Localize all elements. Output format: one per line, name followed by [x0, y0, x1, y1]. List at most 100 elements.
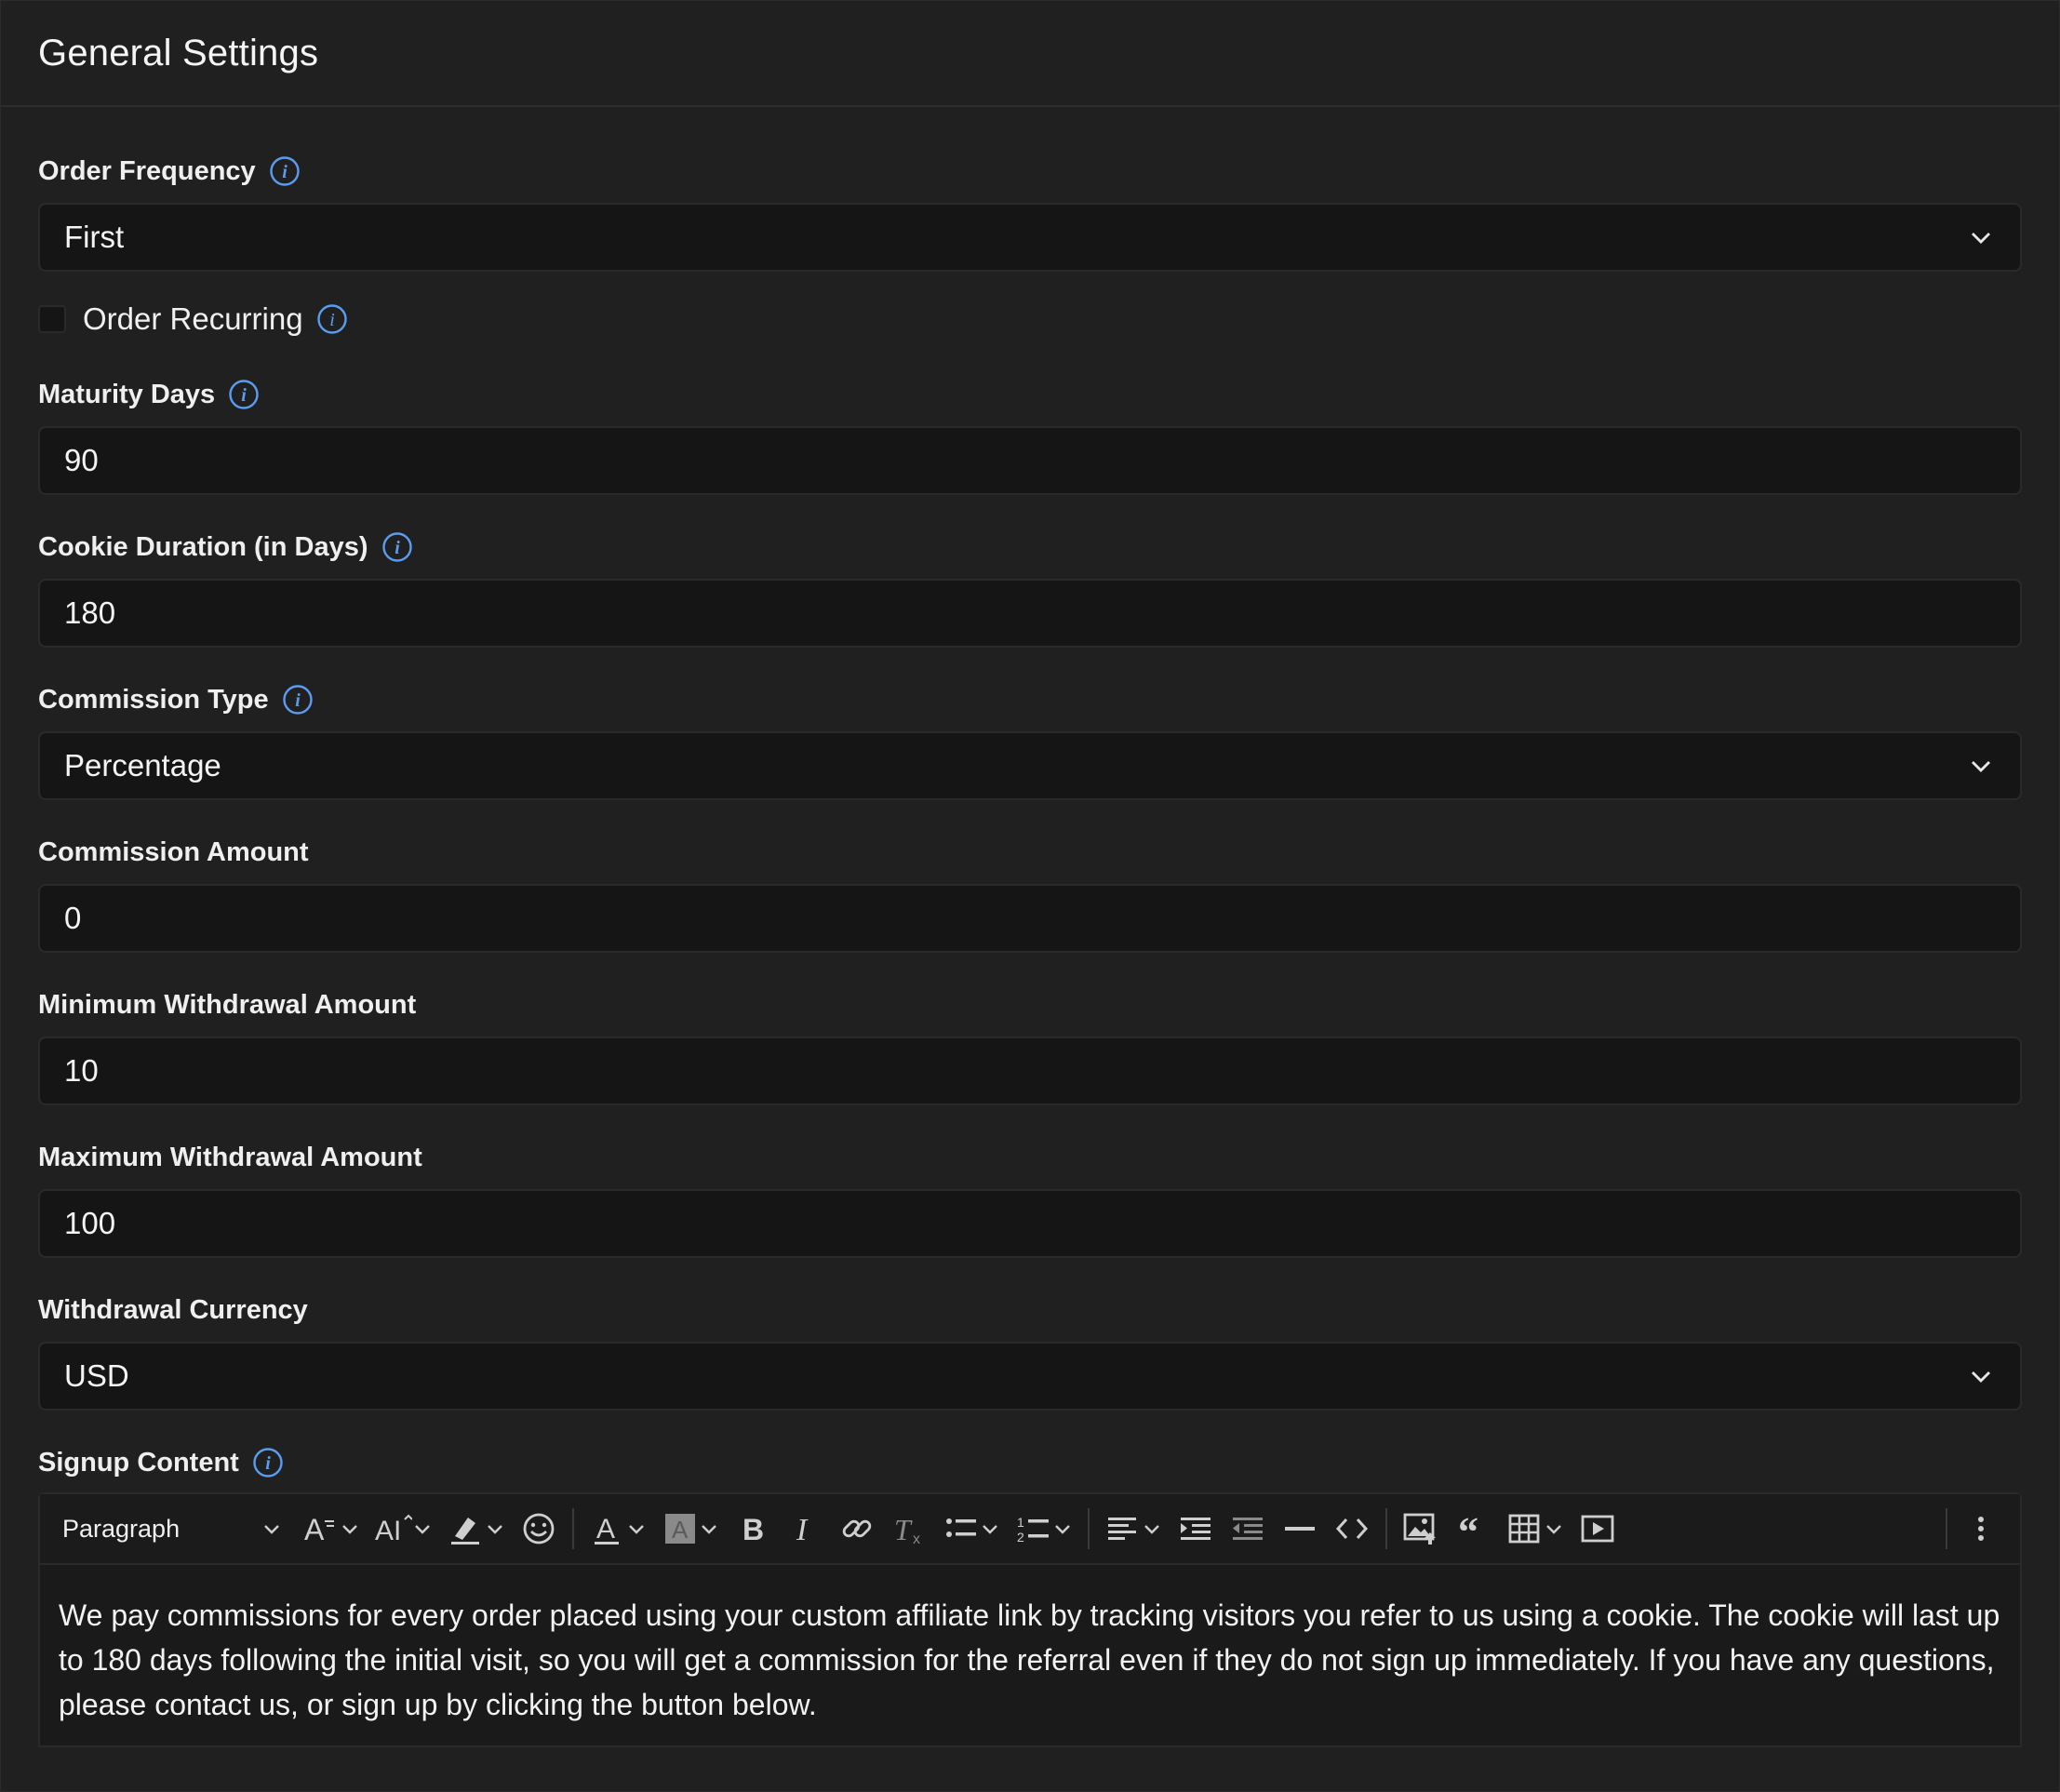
- commission-type-label-text: Commission Type: [38, 684, 269, 715]
- svg-text:i: i: [282, 162, 288, 182]
- panel-header: General Settings: [1, 1, 2059, 107]
- info-icon[interactable]: i: [269, 155, 301, 187]
- signup-content-text: We pay commissions for every order place…: [59, 1598, 2000, 1721]
- maturity-days-input[interactable]: 90: [38, 426, 2022, 495]
- font-size-button[interactable]: AI: [368, 1505, 440, 1552]
- horizontal-line-button[interactable]: [1274, 1505, 1326, 1552]
- svg-text:i: i: [265, 1453, 271, 1474]
- svg-text:A: A: [672, 1516, 689, 1544]
- bulleted-list-icon: [946, 1518, 976, 1537]
- signup-content-label: Signup Content i: [38, 1444, 2022, 1481]
- chevron-down-icon: [1142, 1511, 1162, 1547]
- toolbar-separator: [1088, 1508, 1090, 1549]
- align-icon: [1108, 1518, 1136, 1540]
- order-recurring-checkbox[interactable]: [38, 305, 66, 333]
- table-button[interactable]: [1499, 1505, 1572, 1552]
- order-frequency-select[interactable]: First: [38, 203, 2022, 272]
- link-button[interactable]: [831, 1505, 883, 1552]
- min-withdrawal-input[interactable]: 10: [38, 1036, 2022, 1105]
- media-embed-icon: [1581, 1515, 1614, 1543]
- max-withdrawal-value: 100: [64, 1206, 116, 1240]
- highlight-button[interactable]: [440, 1505, 513, 1552]
- svg-text:“: “: [1458, 1510, 1478, 1547]
- bulleted-list-button[interactable]: [935, 1505, 1008, 1552]
- withdrawal-currency-label: Withdrawal Currency: [38, 1294, 308, 1325]
- order-recurring-label: Order Recurring: [83, 301, 303, 336]
- outdent-button[interactable]: [1222, 1505, 1274, 1552]
- chevron-down-icon: [412, 1511, 433, 1547]
- media-embed-button[interactable]: [1572, 1505, 1624, 1552]
- background-color-button[interactable]: A: [654, 1505, 727, 1552]
- commission-amount-group: Commission Amount 0: [38, 834, 2022, 953]
- paragraph-format-dropdown[interactable]: Paragraph: [53, 1515, 295, 1544]
- outdent-icon: [1233, 1518, 1263, 1540]
- svg-text:i: i: [241, 385, 247, 406]
- svg-text:A: A: [304, 1513, 325, 1546]
- font-color-button[interactable]: A: [582, 1505, 654, 1552]
- table-icon: [1508, 1514, 1540, 1544]
- emoji-icon: [523, 1513, 555, 1545]
- numbered-list-button[interactable]: 12: [1008, 1505, 1080, 1552]
- source-code-icon: [1335, 1518, 1369, 1540]
- bold-icon: B: [742, 1513, 764, 1546]
- chevron-down-icon: [261, 1518, 282, 1539]
- commission-amount-input[interactable]: 0: [38, 884, 2022, 953]
- chevron-down-icon: [626, 1511, 647, 1547]
- maturity-days-group: Maturity Days i 90: [38, 376, 2022, 495]
- settings-form: Order Frequency i First Order Recurring …: [1, 153, 2059, 1747]
- chevron-down-icon: [1966, 222, 1996, 252]
- italic-button[interactable]: I: [779, 1505, 831, 1552]
- max-withdrawal-input[interactable]: 100: [38, 1189, 2022, 1258]
- cookie-duration-label: Cookie Duration (in Days) i: [38, 528, 2022, 566]
- info-icon[interactable]: i: [381, 531, 413, 563]
- emoji-button[interactable]: [513, 1505, 565, 1552]
- signup-content-label-text: Signup Content: [38, 1447, 239, 1478]
- editor-content-area[interactable]: We pay commissions for every order place…: [40, 1565, 2020, 1745]
- svg-text:x: x: [913, 1531, 920, 1547]
- clear-format-button[interactable]: Tx: [883, 1505, 935, 1552]
- svg-text:2: 2: [1017, 1530, 1024, 1545]
- font-family-button[interactable]: A: [295, 1505, 368, 1552]
- insert-image-button[interactable]: [1395, 1505, 1447, 1552]
- rich-text-editor: Paragraph A AI A A B I T x 1 2 “ We pay …: [38, 1492, 2022, 1747]
- chevron-down-icon: [980, 1511, 1000, 1547]
- highlight-icon: [451, 1518, 479, 1545]
- chevron-down-icon: [1966, 751, 1996, 781]
- general-settings-panel: General Settings Order Frequency i First…: [0, 0, 2060, 1792]
- svg-text:A: A: [596, 1514, 615, 1545]
- svg-text:i: i: [395, 538, 400, 558]
- info-icon[interactable]: i: [282, 684, 314, 715]
- commission-amount-value: 0: [64, 901, 82, 935]
- cookie-duration-group: Cookie Duration (in Days) i 180: [38, 528, 2022, 648]
- chevron-down-icon: [485, 1511, 505, 1547]
- chevron-down-icon: [699, 1511, 719, 1547]
- svg-text:B: B: [742, 1513, 764, 1546]
- indent-button[interactable]: [1170, 1505, 1222, 1552]
- commission-type-group: Commission Type i Percentage: [38, 681, 2022, 800]
- order-frequency-label: Order Frequency i: [38, 153, 2022, 190]
- link-icon: [842, 1519, 872, 1538]
- info-icon[interactable]: i: [316, 303, 348, 335]
- align-button[interactable]: [1097, 1505, 1170, 1552]
- info-icon[interactable]: i: [252, 1447, 284, 1478]
- order-frequency-value: First: [64, 220, 125, 254]
- commission-type-value: Percentage: [64, 748, 221, 782]
- info-icon[interactable]: i: [228, 379, 260, 410]
- font-color-icon: A: [595, 1514, 619, 1545]
- source-code-button[interactable]: [1326, 1505, 1378, 1552]
- max-withdrawal-group: Maximum Withdrawal Amount 100: [38, 1139, 2022, 1258]
- maturity-days-label-text: Maturity Days: [38, 379, 216, 409]
- order-frequency-group: Order Frequency i First: [38, 153, 2022, 272]
- horizontal-line-icon: [1285, 1527, 1315, 1531]
- withdrawal-currency-select[interactable]: USD: [38, 1342, 2022, 1411]
- blockquote-icon: “: [1458, 1510, 1478, 1547]
- svg-text:i: i: [295, 690, 301, 711]
- bold-button[interactable]: B: [727, 1505, 779, 1552]
- blockquote-button[interactable]: “: [1447, 1505, 1499, 1552]
- commission-type-select[interactable]: Percentage: [38, 731, 2022, 800]
- min-withdrawal-value: 10: [64, 1053, 99, 1088]
- order-frequency-label-text: Order Frequency: [38, 155, 256, 186]
- chevron-down-icon: [1544, 1511, 1564, 1547]
- more-options-button[interactable]: [1955, 1505, 2007, 1552]
- cookie-duration-input[interactable]: 180: [38, 579, 2022, 648]
